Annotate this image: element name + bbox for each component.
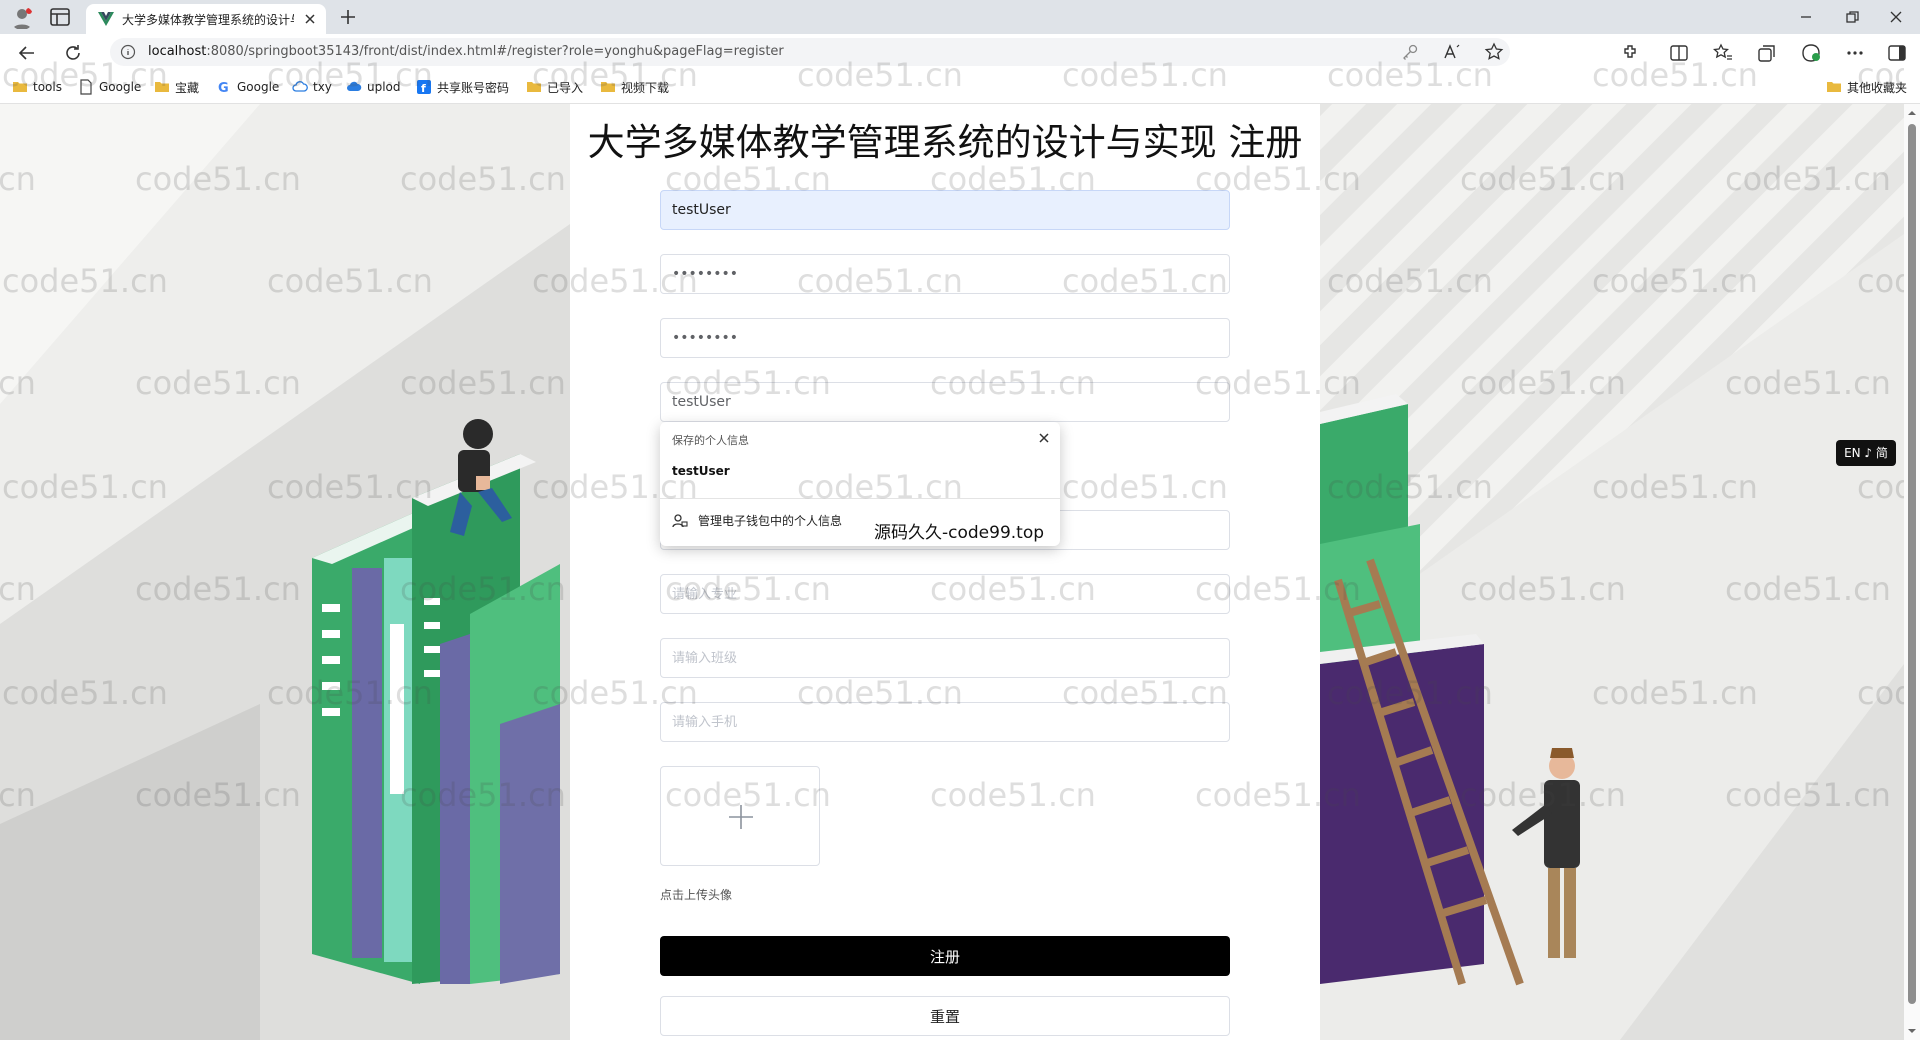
upload-avatar-tip: 点击上传头像 [660,888,733,902]
tab-title: 大学多媒体教学管理系统的设计与 [122,13,294,27]
folder-icon [155,82,169,92]
bookmark-uplod[interactable]: uplod [346,78,401,96]
password-key-icon[interactable] [1400,42,1420,62]
cloud-icon [347,81,362,91]
reload-icon[interactable] [62,42,84,64]
window-close-icon[interactable] [1886,7,1906,27]
page-title: 大学多媒体教学管理系统的设计与实现 注册 [587,121,1303,164]
page-icon [80,79,92,95]
register-form-panel: 大学多媒体教学管理系统的设计与实现 注册 点击上传头像 注册 重置 [570,104,1320,1040]
collections-icon[interactable] [1756,42,1778,64]
password-input[interactable] [660,254,1230,294]
restore-icon[interactable] [1842,7,1862,27]
scroll-thumb[interactable] [1908,124,1916,1004]
scroll-down-icon[interactable] [1907,1026,1917,1036]
scroll-up-icon[interactable] [1907,108,1917,118]
phone-input[interactable] [660,702,1230,742]
more-options-icon[interactable] [1844,42,1866,64]
extensions-icon[interactable] [1620,42,1642,64]
page-viewport: 大学多媒体教学管理系统的设计与实现 注册 点击上传头像 注册 重置 保存的个人信… [0,104,1904,1040]
bookmark-other-favorites[interactable]: 其他收藏夹 [1826,78,1907,96]
tab-actions-icon[interactable] [50,8,70,26]
bookmark-video-download[interactable]: 视频下载 [600,78,669,96]
bookmark-google-page[interactable]: Google [78,78,141,96]
name-input[interactable] [660,382,1230,422]
svg-text:G: G [218,81,229,95]
close-icon[interactable] [302,11,318,27]
address-toolbar: localhost:8080/springboot35143/front/dis… [0,34,1920,70]
plus-icon [729,805,753,829]
svg-text:f: f [421,82,426,95]
read-aloud-icon[interactable] [1442,42,1462,62]
split-screen-icon[interactable] [1668,42,1690,64]
bookmark-shared-accounts[interactable]: f 共享账号密码 [416,78,509,96]
vue-favicon-icon [98,12,114,26]
close-icon[interactable] [1036,430,1052,446]
autofill-header: 保存的个人信息 [672,434,749,447]
folder-icon [601,82,615,92]
favorite-star-icon[interactable] [1484,42,1504,62]
sidebar-toggle-icon[interactable] [1886,42,1908,64]
bookmark-treasure[interactable]: 宝藏 [154,78,199,96]
tab-bar: 大学多媒体教学管理系统的设计与 [0,0,1920,34]
page-scrollbar[interactable] [1904,104,1920,1040]
folder-icon [527,82,541,92]
google-icon: G [218,81,229,95]
register-button[interactable]: 注册 [660,936,1230,976]
overlay-caption: 源码久久-code99.top [874,523,1045,543]
minimize-icon[interactable] [1796,7,1816,27]
bookmark-tools[interactable]: tools [12,78,62,96]
language-switch[interactable]: EN ♪ 简 [1836,440,1896,466]
cloud-icon [292,81,308,92]
confirm-password-input[interactable] [660,318,1230,358]
info-icon[interactable] [120,44,136,60]
major-input[interactable] [660,574,1230,614]
manage-wallet-link[interactable]: 管理电子钱包中的个人信息 [672,512,842,529]
autofill-divider [660,498,1060,499]
new-tab-icon[interactable] [338,7,358,27]
wallet-person-icon [672,513,688,527]
url-text: localhost:8080/springboot35143/front/dis… [148,44,784,59]
url-bar[interactable]: localhost:8080/springboot35143/front/dis… [110,38,1510,66]
back-icon[interactable] [16,42,38,64]
profile-icon[interactable] [10,6,34,30]
bookmark-txy[interactable]: txy [292,78,332,96]
class-input[interactable] [660,638,1230,678]
bookmarks-bar: tools Google 宝藏 G Google txy uplod f 共享账号密… [0,70,1920,104]
reset-button[interactable]: 重置 [660,996,1230,1036]
bookmark-google[interactable]: G Google [216,78,279,96]
bookmark-imported[interactable]: 已导入 [526,78,583,96]
autofill-suggestion[interactable]: testUser [672,464,730,478]
folder-icon [1827,82,1841,92]
facebook-icon: f [417,80,431,95]
avatar-upload-box[interactable] [660,766,820,866]
browser-essentials-icon[interactable] [1800,42,1822,64]
favorites-icon[interactable] [1712,42,1734,64]
account-input[interactable] [660,190,1230,230]
active-tab[interactable]: 大学多媒体教学管理系统的设计与 [86,4,326,34]
folder-icon [13,82,27,92]
